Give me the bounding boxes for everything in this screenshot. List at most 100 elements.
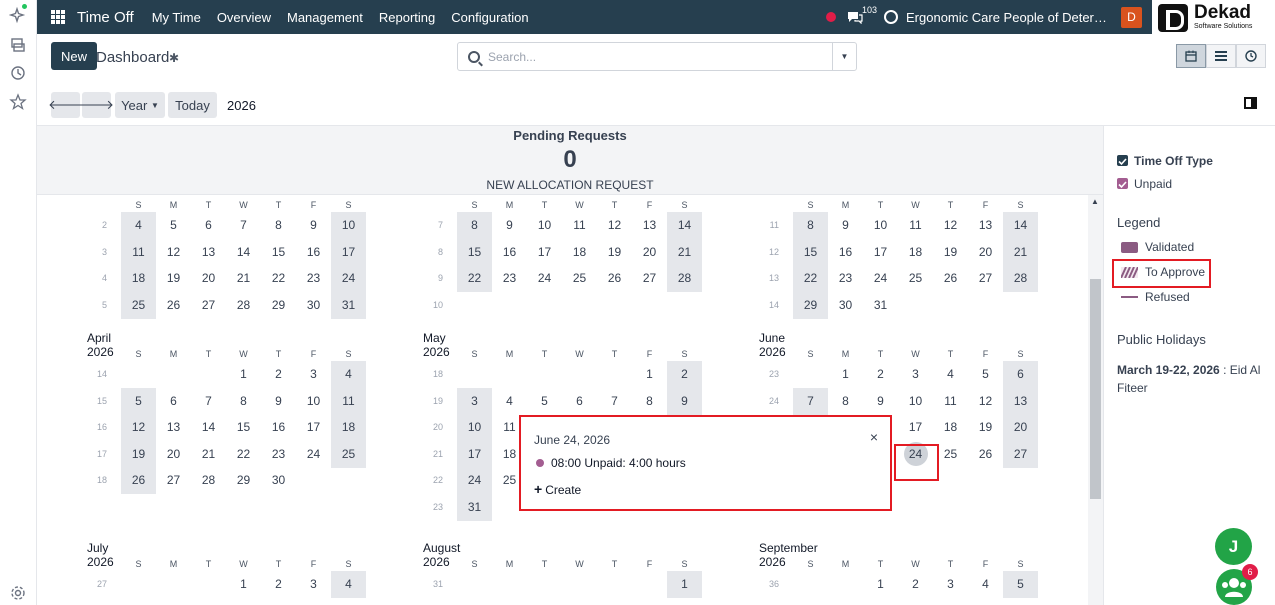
menu-management[interactable]: Management [287, 10, 363, 25]
day-cell[interactable]: 9 [667, 387, 702, 415]
day-cell[interactable]: 9 [261, 388, 296, 415]
day-cell[interactable]: 8 [226, 388, 261, 415]
day-cell[interactable]: 2 [898, 571, 933, 598]
day-cell[interactable]: 14 [226, 239, 261, 266]
day-cell[interactable]: 19 [968, 414, 1003, 441]
day-cell[interactable]: 26 [121, 467, 156, 495]
close-icon[interactable]: × [870, 429, 878, 445]
day-cell[interactable]: 18 [933, 414, 968, 441]
scroll-up-icon[interactable]: ▲ [1091, 197, 1099, 206]
day-cell[interactable]: 17 [527, 239, 562, 266]
day-cell[interactable]: 26 [968, 441, 1003, 468]
day-cell[interactable]: 31 [863, 292, 898, 319]
day-cell[interactable]: 11 [933, 388, 968, 415]
day-cell[interactable]: 1 [632, 361, 667, 388]
day-cell[interactable]: 2 [261, 361, 296, 388]
day-cell[interactable]: 20 [1003, 414, 1038, 442]
day-cell[interactable]: 21 [191, 441, 226, 468]
day-cell[interactable]: 12 [156, 239, 191, 266]
day-cell[interactable]: 25 [121, 291, 156, 319]
day-cell[interactable]: 22 [457, 265, 492, 293]
day-cell[interactable]: 9 [828, 212, 863, 239]
day-cell[interactable]: 22 [261, 265, 296, 292]
day-cell[interactable]: 10 [331, 212, 366, 239]
gear-icon[interactable]: ✱ [169, 51, 179, 65]
day-cell[interactable]: 21 [667, 238, 702, 266]
day-cell[interactable]: 29 [226, 467, 261, 494]
day-cell[interactable]: 16 [261, 414, 296, 441]
scrollbar-thumb[interactable] [1090, 279, 1101, 499]
day-cell[interactable]: 18 [898, 239, 933, 266]
day-cell[interactable]: 23 [492, 265, 527, 292]
day-cell[interactable]: 25 [562, 265, 597, 292]
day-cell[interactable]: 13 [1003, 387, 1038, 415]
day-cell[interactable]: 11 [562, 212, 597, 239]
day-cell[interactable]: 3 [457, 387, 492, 415]
day-cell[interactable]: 23 [261, 441, 296, 468]
day-cell[interactable]: 10 [898, 388, 933, 415]
day-cell[interactable]: 12 [597, 212, 632, 239]
scale-dropdown[interactable]: Year ▼ [115, 92, 165, 118]
day-cell[interactable]: 24 [457, 467, 492, 495]
day-cell[interactable]: 8 [457, 212, 492, 239]
day-cell[interactable]: 30 [828, 292, 863, 319]
day-cell[interactable]: 13 [632, 212, 667, 239]
day-cell[interactable]: 19 [933, 239, 968, 266]
activity-clock-icon[interactable] [884, 10, 898, 24]
activity-view-button[interactable] [1236, 44, 1266, 68]
day-cell[interactable]: 4 [121, 212, 156, 239]
day-cell[interactable]: 8 [793, 212, 828, 239]
previous-button[interactable]: 🡐 [48, 92, 83, 118]
list-view-button[interactable] [1206, 44, 1236, 68]
day-cell[interactable]: 21 [226, 265, 261, 292]
day-cell[interactable]: 19 [121, 440, 156, 468]
day-cell[interactable]: 11 [121, 238, 156, 266]
day-cell[interactable]: 4 [331, 361, 366, 388]
apps-menu-icon[interactable] [51, 10, 65, 24]
day-cell[interactable]: 9 [492, 212, 527, 239]
day-cell[interactable]: 1 [863, 571, 898, 598]
day-cell[interactable]: 6 [191, 212, 226, 239]
day-cell[interactable]: 7 [191, 388, 226, 415]
day-cell[interactable]: 15 [793, 238, 828, 266]
day-cell[interactable]: 26 [933, 265, 968, 292]
day-cell[interactable]: 10 [527, 212, 562, 239]
day-cell[interactable]: 28 [226, 292, 261, 319]
popover-event[interactable]: 08:00 Unpaid: 4:00 hours [536, 456, 686, 470]
day-cell[interactable]: 1 [226, 361, 261, 388]
day-cell[interactable]: 11 [898, 212, 933, 239]
day-cell[interactable]: 3 [898, 361, 933, 388]
side-panel-toggle-icon[interactable] [1244, 97, 1257, 109]
day-cell[interactable]: 22 [226, 441, 261, 468]
day-cell[interactable]: 7 [793, 387, 828, 415]
history-icon[interactable] [9, 64, 27, 82]
calendar-scrollbar[interactable]: ▲ [1088, 195, 1103, 605]
new-button[interactable]: New [51, 42, 98, 70]
day-cell[interactable]: 12 [933, 212, 968, 239]
day-cell[interactable]: 23 [296, 265, 331, 292]
day-cell[interactable]: 22 [793, 265, 828, 293]
time-off-type-checkbox[interactable] [1117, 155, 1128, 166]
day-cell[interactable]: 31 [331, 291, 366, 319]
day-cell[interactable]: 2 [261, 571, 296, 598]
create-button[interactable]: + Create [534, 481, 581, 497]
day-cell[interactable]: 14 [1003, 212, 1038, 239]
day-cell[interactable]: 27 [1003, 440, 1038, 468]
day-cell[interactable]: 13 [968, 212, 1003, 239]
day-cell[interactable]: 8 [632, 388, 667, 415]
day-cell[interactable]: 28 [667, 265, 702, 293]
day-cell[interactable]: 20 [968, 239, 1003, 266]
day-cell[interactable]: 30 [261, 467, 296, 494]
day-cell[interactable]: 20 [632, 239, 667, 266]
menu-reporting[interactable]: Reporting [379, 10, 435, 25]
search-options-dropdown-icon[interactable]: ▼ [832, 43, 856, 70]
day-cell[interactable]: 25 [331, 440, 366, 468]
day-cell[interactable]: 24 [527, 265, 562, 292]
day-cell[interactable]: 28 [191, 467, 226, 494]
day-cell[interactable]: 1 [226, 571, 261, 598]
day-cell[interactable]: 9 [296, 212, 331, 239]
unpaid-checkbox[interactable] [1117, 178, 1128, 189]
day-cell[interactable]: 7 [226, 212, 261, 239]
day-cell[interactable]: 30 [296, 292, 331, 319]
calendar-view-button[interactable] [1176, 44, 1206, 68]
